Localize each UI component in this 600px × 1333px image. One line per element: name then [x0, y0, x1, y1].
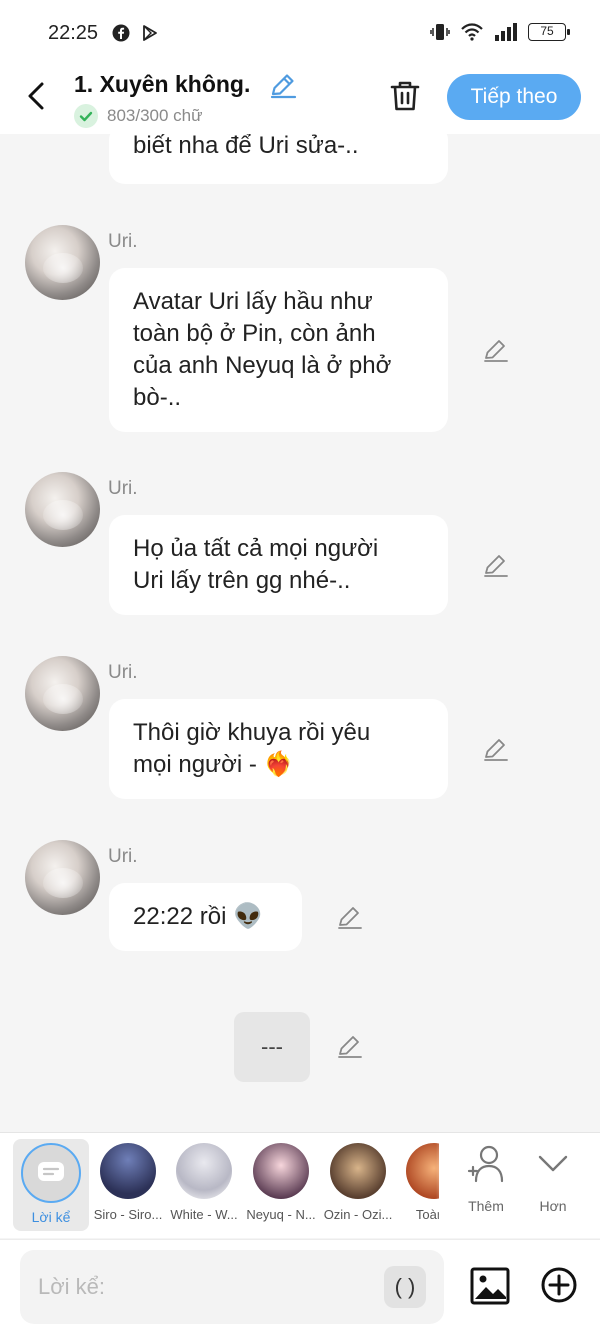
- input-bar: ( ): [0, 1239, 600, 1333]
- character-avatar: [330, 1143, 386, 1199]
- sender-name: Uri.: [108, 231, 138, 252]
- vibrate-icon: [430, 24, 450, 40]
- add-character-button[interactable]: Thêm: [456, 1145, 516, 1214]
- edit-pencil-icon[interactable]: [482, 735, 510, 763]
- character-label: Toàn -: [415, 1207, 439, 1222]
- character-item[interactable]: Ozin - Ozi...: [319, 1143, 397, 1222]
- battery-icon: 75: [528, 23, 570, 41]
- message-bubble[interactable]: Thôi giờ khuya rồi yêu mọi người - ❤️‍🔥: [109, 699, 448, 799]
- status-icons: 75: [430, 22, 570, 42]
- message-bubble[interactable]: Avatar Uri lấy hầu như toàn bộ ở Pin, cò…: [109, 268, 448, 432]
- character-label: Siro - Siro...: [93, 1207, 163, 1222]
- avatar[interactable]: [25, 225, 100, 300]
- message-text: 22:22 rồi 👽: [133, 903, 263, 930]
- back-button[interactable]: [22, 78, 52, 114]
- character-avatar: [253, 1143, 309, 1199]
- message-text: Họ ủa tất cả mọi người Uri lấy trên gg n…: [133, 535, 379, 594]
- character-strip: Lời kể Siro - Siro... White - W... Neyuq…: [0, 1132, 600, 1238]
- facebook-icon: [112, 24, 130, 42]
- parenthesis-button[interactable]: ( ): [384, 1266, 426, 1308]
- more-label: Hơn: [539, 1198, 567, 1214]
- message-bubble[interactable]: Họ ủa tất cả mọi người Uri lấy trên gg n…: [109, 515, 448, 615]
- trash-icon[interactable]: [388, 78, 422, 114]
- character-label: White - W...: [170, 1207, 238, 1222]
- add-person-icon: [467, 1145, 504, 1183]
- avatar[interactable]: [25, 472, 100, 547]
- chapter-title[interactable]: 1. Xuyên không.: [74, 71, 250, 98]
- message-text: biết nha để Uri sửa-..: [133, 134, 359, 159]
- play-store-icon: [143, 25, 157, 41]
- check-icon: [74, 104, 98, 128]
- edit-title-pencil-icon[interactable]: [268, 70, 298, 100]
- avatar[interactable]: [25, 840, 100, 915]
- status-time: 22:25: [48, 22, 99, 44]
- narrator-avatar: [21, 1143, 81, 1203]
- message-bubble[interactable]: 22:22 rồi 👽: [109, 883, 302, 951]
- status-bar: 22:25 75: [0, 0, 600, 68]
- wifi-icon: [461, 23, 483, 41]
- character-item[interactable]: White - W...: [165, 1143, 243, 1222]
- sender-name: Uri.: [108, 478, 138, 499]
- signal-icon: [495, 23, 517, 41]
- chevron-down-icon: [538, 1155, 568, 1172]
- message-text: Avatar Uri lấy hầu như toàn bộ ở Pin, cò…: [133, 288, 392, 411]
- message-bubble[interactable]: biết nha để Uri sửa-..: [109, 134, 448, 184]
- character-avatar: [100, 1143, 156, 1199]
- edit-pencil-icon[interactable]: [482, 336, 510, 364]
- word-count: 803/300 chữ: [107, 106, 203, 125]
- more-button[interactable]: Hơn: [523, 1145, 583, 1214]
- character-item[interactable]: Neyuq - N...: [242, 1143, 320, 1222]
- character-avatar: [406, 1143, 439, 1199]
- edit-pencil-icon[interactable]: [336, 903, 364, 931]
- add-character-label: Thêm: [468, 1198, 504, 1214]
- character-label: Ozin - Ozi...: [323, 1207, 393, 1222]
- edit-pencil-icon[interactable]: [336, 1032, 364, 1060]
- avatar[interactable]: [25, 656, 100, 731]
- sender-name: Uri.: [108, 846, 138, 867]
- character-label: Neyuq - N...: [246, 1207, 316, 1222]
- narrator-label: Lời kể: [31, 1209, 71, 1225]
- scene-divider[interactable]: ---: [234, 1012, 310, 1082]
- narrator-tile[interactable]: Lời kể: [13, 1139, 89, 1231]
- character-item[interactable]: Siro - Siro...: [89, 1143, 167, 1222]
- edit-pencil-icon[interactable]: [482, 551, 510, 579]
- add-icon[interactable]: [540, 1266, 578, 1304]
- chat-bubble-icon: [38, 1162, 64, 1181]
- next-button[interactable]: Tiếp theo: [447, 74, 581, 120]
- message-input[interactable]: [20, 1250, 444, 1324]
- message-text: Thôi giờ khuya rồi yêu mọi người - ❤️‍🔥: [133, 719, 371, 778]
- image-icon[interactable]: [470, 1266, 510, 1306]
- character-avatar: [176, 1143, 232, 1199]
- strip-fade: [436, 1133, 456, 1237]
- editor-header: 1. Xuyên không. 803/300 chữ Tiếp theo: [0, 68, 600, 134]
- message-list[interactable]: biết nha để Uri sửa-.. Uri. Avatar Uri l…: [0, 134, 600, 1132]
- sender-name: Uri.: [108, 662, 138, 683]
- character-item[interactable]: Toàn -: [395, 1143, 439, 1222]
